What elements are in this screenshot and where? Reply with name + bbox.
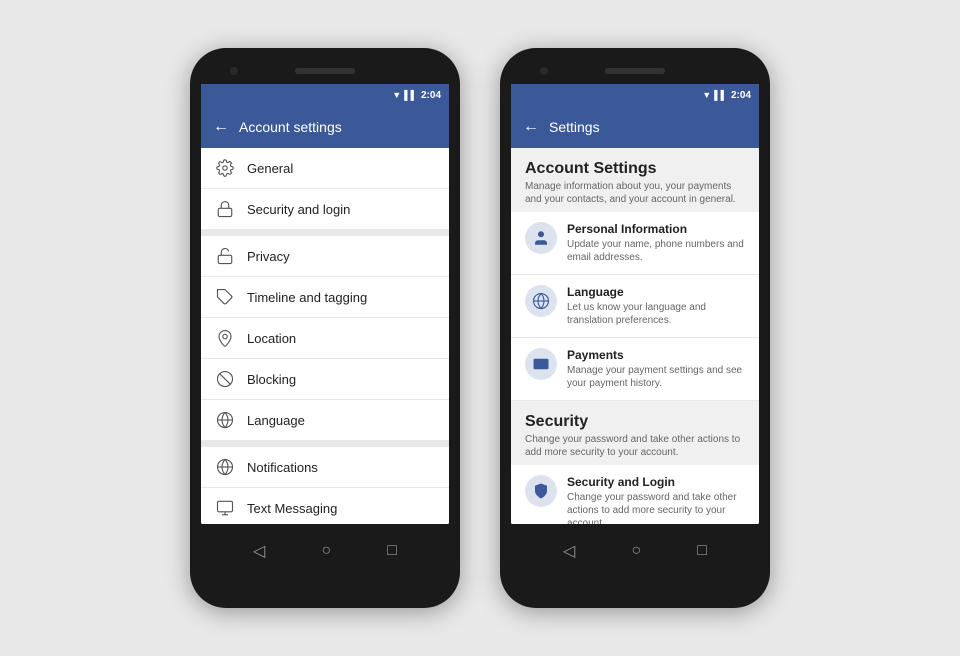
personal-info-icon [525, 222, 557, 254]
settings-screen: Account Settings Manage information abou… [511, 148, 759, 524]
menu-label-language: Language [247, 413, 305, 428]
phone-bottom-left: ◁ ○ □ [200, 528, 450, 574]
menu-item-security[interactable]: Security and login [201, 189, 449, 230]
message-icon [215, 498, 235, 518]
menu-item-language[interactable]: Language [201, 400, 449, 441]
speaker-left [295, 68, 355, 74]
payments-title: Payments [567, 348, 745, 362]
menu-item-location[interactable]: Location [201, 318, 449, 359]
security-section-header: Security Change your password and take o… [511, 401, 759, 465]
menu-label-general: General [247, 161, 293, 176]
speaker-right [605, 68, 665, 74]
menu-list-left: General Security and login Privacy [201, 148, 449, 524]
status-bar-right: ▼ ▌▌ 2:04 [511, 84, 759, 106]
payments-text: Payments Manage your payment settings an… [567, 348, 745, 390]
personal-info-text: Personal Information Update your name, p… [567, 222, 745, 264]
nav-back-right[interactable]: ◁ [563, 541, 575, 561]
wifi-icon-right: ▼ [702, 90, 711, 100]
menu-label-blocking: Blocking [247, 372, 296, 387]
phone-left: ▼ ▌▌ 2:04 ← Account settings General [190, 48, 460, 608]
header-title-right: Settings [549, 119, 600, 135]
nav-bar-left: ◁ ○ □ [225, 541, 425, 561]
account-section-title: Account Settings [525, 160, 745, 178]
payments-desc: Manage your payment settings and see you… [567, 364, 745, 390]
status-icons-right: ▼ ▌▌ [702, 90, 727, 100]
personal-info-title: Personal Information [567, 222, 745, 236]
location-icon [215, 328, 235, 348]
phone-top-left [200, 62, 450, 80]
security-section-title: Security [525, 413, 745, 431]
block-icon [215, 369, 235, 389]
camera-left [230, 67, 238, 75]
payments-icon [525, 348, 557, 380]
account-section-desc: Manage information about you, your payme… [525, 180, 745, 206]
header-title-left: Account settings [239, 119, 342, 135]
nav-home-left[interactable]: ○ [321, 542, 331, 560]
signal-icon: ▌▌ [404, 90, 417, 100]
phone-bottom-right: ◁ ○ □ [510, 528, 760, 574]
phone-top-right [510, 62, 760, 80]
app-header-left: ← Account settings [201, 106, 449, 148]
status-icons-left: ▼ ▌▌ [392, 90, 417, 100]
security-login-title: Security and Login [567, 475, 745, 489]
menu-item-privacy[interactable]: Privacy [201, 230, 449, 277]
nav-bar-right: ◁ ○ □ [535, 541, 735, 561]
account-section-header: Account Settings Manage information abou… [511, 148, 759, 212]
notifications-icon [215, 457, 235, 477]
menu-label-security: Security and login [247, 202, 350, 217]
language-desc: Let us know your language and translatio… [567, 301, 745, 327]
security-login-icon [525, 475, 557, 507]
signal-icon-right: ▌▌ [714, 90, 727, 100]
lock-icon [215, 199, 235, 219]
screen-left: ▼ ▌▌ 2:04 ← Account settings General [201, 84, 449, 524]
settings-item-security-login[interactable]: Security and Login Change your password … [511, 465, 759, 524]
language-text: Language Let us know your language and t… [567, 285, 745, 327]
nav-square-right[interactable]: □ [697, 542, 707, 560]
menu-label-timeline: Timeline and tagging [247, 290, 367, 305]
wifi-icon: ▼ [392, 90, 401, 100]
menu-item-texting[interactable]: Text Messaging [201, 488, 449, 524]
camera-right [540, 67, 548, 75]
settings-item-personal[interactable]: Personal Information Update your name, p… [511, 212, 759, 275]
security-login-desc: Change your password and take other acti… [567, 491, 745, 524]
time-left: 2:04 [421, 90, 441, 101]
globe-icon [215, 410, 235, 430]
back-arrow-left[interactable]: ← [213, 118, 229, 136]
status-bar-left: ▼ ▌▌ 2:04 [201, 84, 449, 106]
menu-item-notifications[interactable]: Notifications [201, 441, 449, 488]
security-section-desc: Change your password and take other acti… [525, 433, 745, 459]
menu-label-privacy: Privacy [247, 249, 290, 264]
menu-item-timeline[interactable]: Timeline and tagging [201, 277, 449, 318]
security-login-text: Security and Login Change your password … [567, 475, 745, 524]
settings-item-payments[interactable]: Payments Manage your payment settings an… [511, 338, 759, 401]
language-title: Language [567, 285, 745, 299]
screen-right: ▼ ▌▌ 2:04 ← Settings Account Settings Ma… [511, 84, 759, 524]
phone-right: ▼ ▌▌ 2:04 ← Settings Account Settings Ma… [500, 48, 770, 608]
menu-label-texting: Text Messaging [247, 501, 337, 516]
menu-item-general[interactable]: General [201, 148, 449, 189]
personal-info-desc: Update your name, phone numbers and emai… [567, 238, 745, 264]
scene: ▼ ▌▌ 2:04 ← Account settings General [0, 0, 960, 656]
menu-item-blocking[interactable]: Blocking [201, 359, 449, 400]
nav-home-right[interactable]: ○ [631, 542, 641, 560]
language-icon [525, 285, 557, 317]
settings-item-language[interactable]: Language Let us know your language and t… [511, 275, 759, 338]
privacy-icon [215, 246, 235, 266]
gear-icon [215, 158, 235, 178]
app-header-right: ← Settings [511, 106, 759, 148]
nav-square-left[interactable]: □ [387, 542, 397, 560]
menu-label-location: Location [247, 331, 296, 346]
tag-icon [215, 287, 235, 307]
menu-label-notifications: Notifications [247, 460, 318, 475]
time-right: 2:04 [731, 90, 751, 101]
nav-back-left[interactable]: ◁ [253, 541, 265, 561]
back-arrow-right[interactable]: ← [523, 118, 539, 136]
